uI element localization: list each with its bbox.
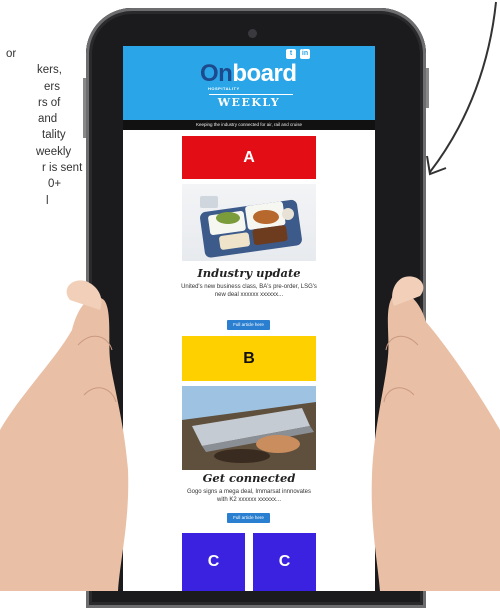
inflight-laptop-image [182, 386, 316, 470]
article-image-food[interactable] [182, 184, 316, 261]
tablet-side-button [426, 68, 429, 108]
tagline: Keeping the industry connected for air, … [195, 122, 303, 127]
full-article-button[interactable]: Full article here [227, 320, 270, 330]
twitter-icon[interactable]: t [286, 49, 296, 59]
ad-slot-a[interactable]: A [182, 136, 316, 179]
food-tray-image [200, 196, 302, 258]
ad-slot-b[interactable]: B [182, 336, 316, 381]
ad-slot-c-right[interactable]: C [253, 533, 316, 591]
tablet-screen: t in Onboard HOSPITALITY WEEKLY Keeping … [123, 46, 375, 591]
onboard-logo: Onboard HOSPITALITY [200, 60, 297, 91]
article-title[interactable]: Industry update [123, 266, 375, 280]
logo-board: board [232, 60, 297, 87]
linkedin-icon[interactable]: in [300, 49, 310, 59]
article-title[interactable]: Get connected [123, 471, 375, 485]
tablet-side-button [83, 78, 86, 138]
weekly-heading: WEEKLY [217, 96, 281, 109]
article-summary: Gogo signs a mega deal, Immarsat innnova… [186, 489, 312, 503]
camera-icon [248, 29, 257, 38]
social-links: t in [286, 49, 310, 59]
ad-slot-c-left[interactable]: C [182, 533, 245, 591]
article-image-inflight[interactable] [182, 386, 316, 470]
logo-subtitle: HOSPITALITY [208, 86, 240, 91]
logo-on: On [200, 60, 233, 87]
newsletter-masthead: t in Onboard HOSPITALITY WEEKLY [123, 46, 375, 120]
article-summary: United's new business class, BA's pre-or… [181, 284, 317, 298]
masthead-divider [209, 94, 293, 95]
full-article-button[interactable]: Full article here [227, 513, 270, 523]
